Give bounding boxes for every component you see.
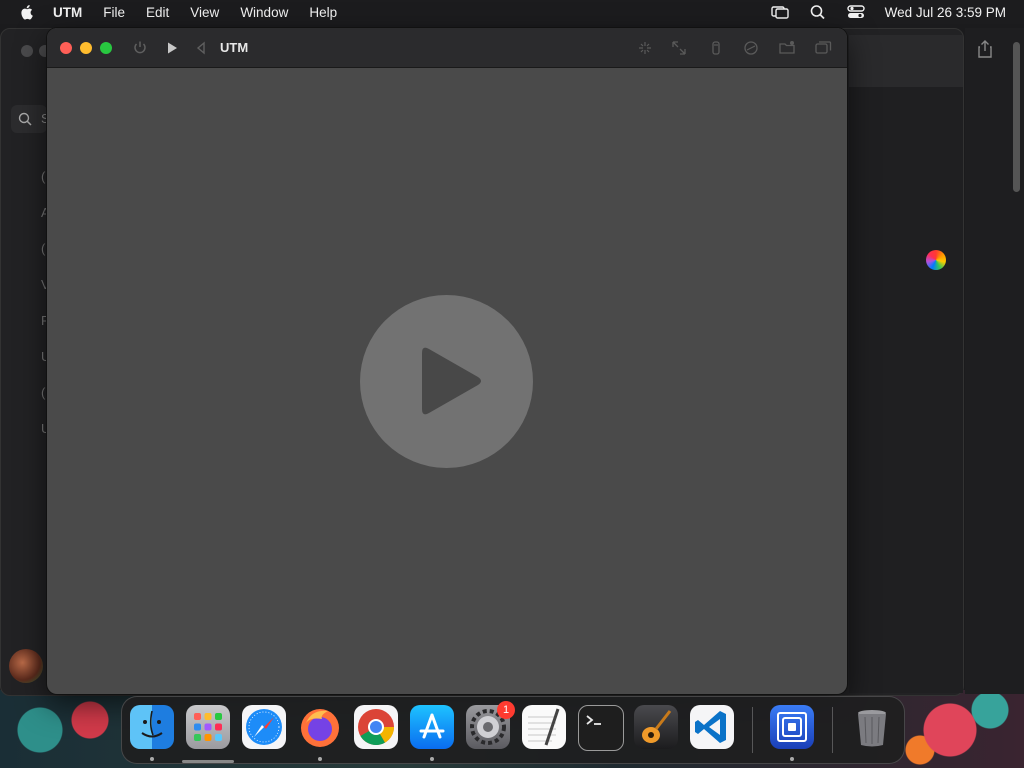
utm-icon (777, 712, 807, 742)
dock-safari[interactable] (242, 705, 286, 749)
safari-compass-icon (246, 709, 282, 745)
power-icon[interactable] (131, 39, 149, 57)
dock-terminal[interactable] (578, 705, 624, 751)
firefox-icon (301, 709, 339, 747)
usb-icon[interactable] (707, 39, 725, 57)
menu-app-name[interactable]: UTM (53, 5, 82, 20)
dock-utm[interactable] (770, 705, 814, 749)
share-icon[interactable] (977, 40, 993, 58)
bg-right-panel (849, 87, 963, 693)
maximize-button[interactable] (100, 42, 112, 54)
play-icon[interactable] (163, 39, 181, 57)
notification-badge: 1 (497, 701, 515, 719)
secondary-window (965, 28, 1024, 694)
menu-help[interactable]: Help (309, 5, 337, 20)
window-title: UTM (220, 40, 249, 55)
minimize-button[interactable] (80, 42, 92, 54)
dock-running-indicator (150, 757, 154, 761)
back-icon[interactable] (192, 39, 210, 57)
dock-launchpad[interactable] (186, 705, 230, 749)
utm-vm-window: UTM (47, 28, 847, 694)
color-wheel-icon[interactable] (926, 250, 946, 270)
dock-running-indicator (318, 757, 322, 761)
menu-window[interactable]: Window (240, 5, 288, 20)
control-center-icon[interactable] (846, 4, 865, 20)
windows-icon[interactable] (814, 39, 832, 57)
menu-clock[interactable]: Wed Jul 26 3:59 PM (885, 5, 1006, 20)
dock-firefox[interactable] (298, 705, 342, 749)
dock: 1 (121, 696, 905, 764)
dock-scroll-indicator (182, 760, 234, 763)
drive-icon[interactable] (742, 39, 760, 57)
menu-file[interactable]: File (103, 5, 125, 20)
menu-view[interactable]: View (190, 5, 219, 20)
resize-icon[interactable] (670, 39, 688, 57)
dock-running-indicator (430, 757, 434, 761)
dock-finder[interactable] (130, 705, 174, 749)
play-icon (422, 347, 481, 415)
dock-chrome[interactable] (354, 705, 398, 749)
spotlight-search-icon[interactable] (809, 4, 827, 20)
dock-app-store[interactable] (410, 705, 454, 749)
dock-trash[interactable] (850, 705, 894, 749)
utm-titlebar: UTM (47, 28, 847, 68)
shared-folder-icon[interactable] (778, 39, 796, 57)
chrome-icon (358, 709, 394, 746)
apple-icon[interactable] (19, 4, 33, 20)
dock-running-indicator (790, 757, 794, 761)
screen-mirroring-icon[interactable] (770, 4, 789, 20)
trash-icon (858, 710, 886, 747)
menu-bar: UTM File Edit View Window Help Wed Jul 2… (0, 0, 1024, 24)
launchpad-grid-icon (194, 713, 222, 741)
close-button[interactable] (60, 42, 72, 54)
guitar-icon (642, 710, 672, 743)
search-icon (18, 112, 32, 126)
bg-right-header (849, 35, 963, 87)
finder-icon (141, 710, 163, 738)
menu-edit[interactable]: Edit (146, 5, 169, 20)
bg-search-field[interactable]: S (11, 105, 50, 133)
scrollbar[interactable] (1013, 42, 1020, 192)
dock-separator (832, 707, 833, 753)
start-vm-button[interactable] (360, 295, 533, 468)
dock-textedit[interactable] (522, 705, 566, 749)
user-avatar[interactable] (9, 649, 43, 683)
dock-garageband[interactable] (634, 705, 678, 749)
dock-separator (752, 707, 753, 753)
terminal-icon (586, 715, 601, 725)
app-store-icon (419, 713, 445, 739)
textedit-icon (528, 708, 560, 746)
bg-close-button[interactable] (21, 45, 33, 57)
sparkle-icon[interactable] (636, 39, 654, 57)
dock-vscode[interactable] (690, 705, 734, 749)
vscode-icon (695, 711, 726, 743)
